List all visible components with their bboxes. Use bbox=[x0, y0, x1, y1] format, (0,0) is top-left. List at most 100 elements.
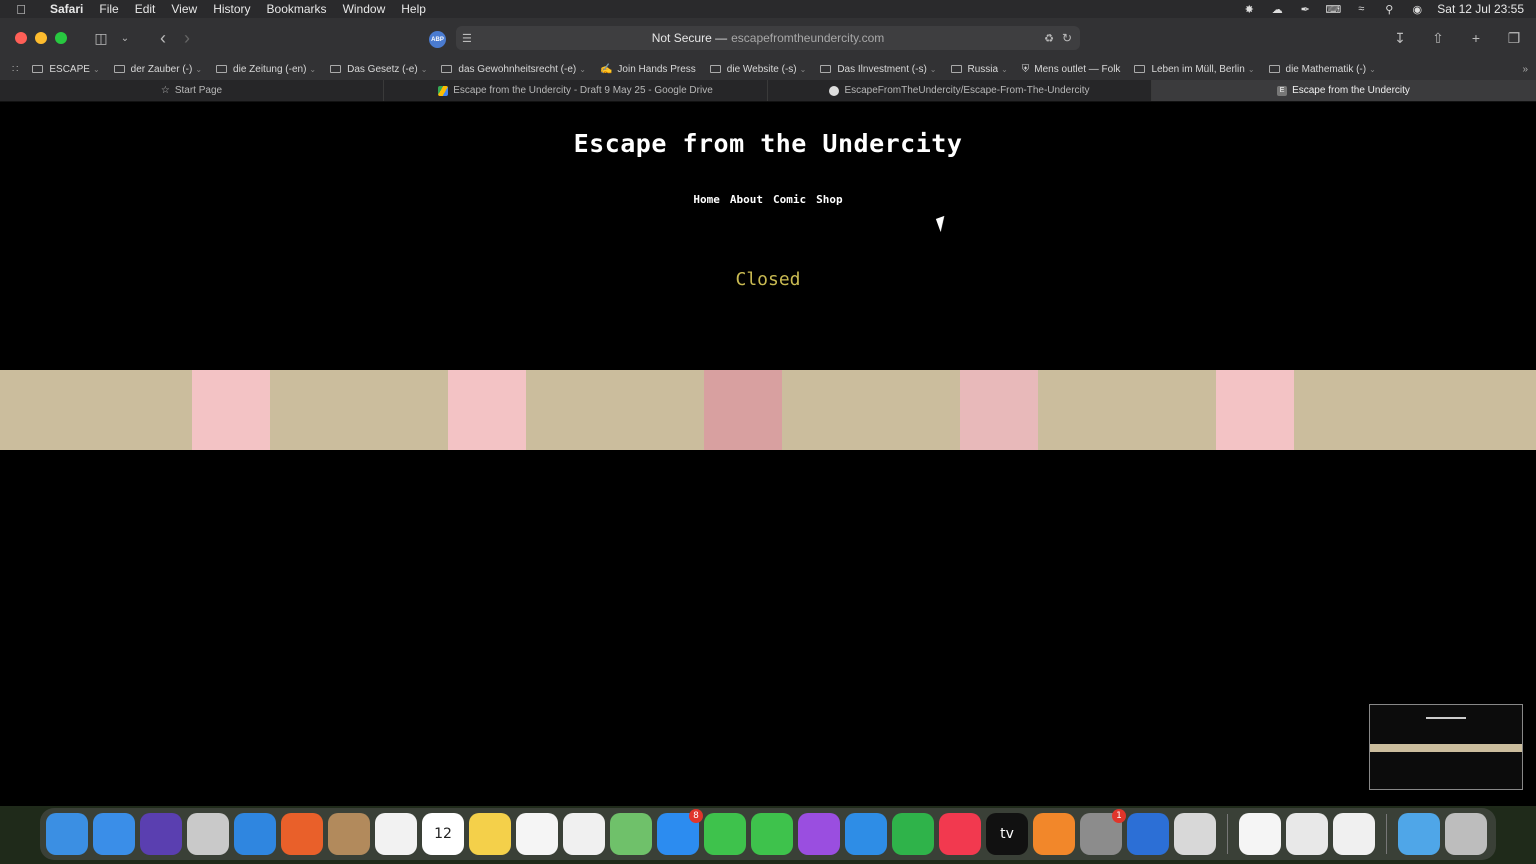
menu-file[interactable]: File bbox=[91, 2, 126, 16]
menu-bookmarks[interactable]: Bookmarks bbox=[259, 2, 335, 16]
bookmark-link[interactable]: ✍ Join Hands Press bbox=[600, 64, 696, 75]
bookmark-folder[interactable]: Leben im Müll, Berlin ⌄ bbox=[1134, 64, 1255, 75]
cloud-icon[interactable]: ☁ bbox=[1269, 3, 1285, 16]
chatgpt-icon[interactable]: ✸ bbox=[1241, 3, 1257, 16]
contacts-icon[interactable] bbox=[328, 813, 370, 855]
control-center-icon[interactable]: ◉ bbox=[1409, 3, 1425, 16]
numbers-icon[interactable] bbox=[892, 813, 934, 855]
tab-github[interactable]: EscapeFromTheUndercity/Escape-From-The-U… bbox=[768, 80, 1152, 101]
folder-icon[interactable] bbox=[1398, 813, 1440, 855]
strip-block bbox=[1216, 370, 1294, 450]
music-icon[interactable] bbox=[939, 813, 981, 855]
nav-shop-link[interactable]: Shop bbox=[816, 193, 843, 206]
launchpad-icon[interactable] bbox=[187, 813, 229, 855]
tab-overview-icon[interactable]: ❐ bbox=[1502, 26, 1526, 50]
spotlight-icon[interactable]: ⚲ bbox=[1381, 3, 1397, 16]
bookmark-label: die Zeitung (-en) bbox=[233, 63, 307, 75]
tab-google-drive[interactable]: Escape from the Undercity - Draft 9 May … bbox=[384, 80, 768, 101]
bookmark-folder[interactable]: die Website (-s) ⌄ bbox=[709, 64, 806, 75]
bookmarks-bar: ∷ ESCAPE ⌄ der Zauber (-) ⌄ die Zeitung (-… bbox=[0, 58, 1536, 80]
tab-escape-undercity[interactable]: E Escape from the Undercity bbox=[1152, 80, 1536, 101]
textedit-icon[interactable] bbox=[1333, 813, 1375, 855]
tab-group-chevron-icon[interactable]: ⌄ bbox=[113, 26, 137, 50]
address-bar[interactable]: ☰ Not Secure — escapefromtheundercity.co… bbox=[456, 26, 1080, 50]
reload-icon[interactable]: ↻ bbox=[1062, 31, 1072, 45]
dock-icon-label: tv bbox=[1000, 826, 1014, 842]
apple-menu-icon[interactable]:  bbox=[0, 2, 42, 17]
browser-toolbar: ◫ ⌄ ‹ › ABP ☰ Not Secure — escapefromthe… bbox=[0, 18, 1536, 58]
chevron-down-icon: ⌄ bbox=[420, 64, 428, 74]
mail-icon[interactable] bbox=[93, 813, 135, 855]
settings-icon[interactable]: 1 bbox=[1080, 809, 1126, 855]
bookmark-folder[interactable]: ESCAPE ⌄ bbox=[32, 64, 100, 75]
keyboard-icon[interactable]: ⌨ bbox=[1325, 3, 1341, 16]
pen-icon[interactable]: ✒ bbox=[1297, 3, 1313, 16]
facetime-icon[interactable] bbox=[704, 813, 746, 855]
ukraine-icon[interactable] bbox=[1127, 813, 1169, 855]
reminders-icon[interactable] bbox=[375, 813, 417, 855]
photos-icon[interactable] bbox=[563, 813, 605, 855]
firefox-icon[interactable] bbox=[281, 813, 323, 855]
tv-icon[interactable]: tv bbox=[986, 813, 1028, 855]
pages-icon[interactable] bbox=[1174, 813, 1216, 855]
downloads-icon[interactable]: ↧ bbox=[1388, 26, 1412, 50]
dock-separator bbox=[1227, 814, 1228, 854]
strip-block bbox=[192, 370, 270, 450]
more-bookmarks-icon[interactable]: » bbox=[1522, 64, 1528, 75]
chatgpt-icon[interactable] bbox=[1239, 813, 1281, 855]
menu-history[interactable]: History bbox=[205, 2, 258, 16]
bookmark-folder[interactable]: Russia ⌄ bbox=[950, 64, 1008, 75]
safari-icon[interactable] bbox=[234, 813, 276, 855]
chrome-icon[interactable] bbox=[1286, 813, 1328, 855]
podcasts-icon[interactable] bbox=[798, 813, 840, 855]
menu-help[interactable]: Help bbox=[393, 2, 434, 16]
status-text: Closed bbox=[735, 269, 801, 290]
finder-icon[interactable] bbox=[46, 813, 88, 855]
bookmark-folder[interactable]: die Mathematik (-) ⌄ bbox=[1268, 64, 1376, 75]
trash-icon[interactable] bbox=[1445, 813, 1487, 855]
sidebar-toggle-icon[interactable]: ◫ bbox=[89, 26, 113, 50]
bookmark-folder[interactable]: der Zauber (-) ⌄ bbox=[113, 64, 202, 75]
share-icon[interactable]: ⇧ bbox=[1426, 26, 1450, 50]
tab-label: Escape from the Undercity - Draft 9 May … bbox=[453, 85, 713, 96]
dock-background: 12 8 tv 1 bbox=[0, 806, 1536, 864]
app-store-icon[interactable]: 8 bbox=[657, 809, 703, 855]
bookmark-folder[interactable]: die Zeitung (-en) ⌄ bbox=[216, 64, 316, 75]
bookmark-folder[interactable]: das Gewohnheitsrecht (-e) ⌄ bbox=[441, 64, 586, 75]
url-text[interactable]: escapefromtheundercity.com bbox=[731, 31, 884, 45]
nav-about-link[interactable]: About bbox=[730, 193, 763, 206]
notes-icon[interactable] bbox=[469, 813, 511, 855]
site-title: Escape from the Undercity bbox=[573, 129, 963, 158]
screenshot-thumbnail[interactable] bbox=[1369, 704, 1523, 790]
translate-icon[interactable]: ♻ bbox=[1044, 32, 1054, 45]
menu-app-name[interactable]: Safari bbox=[42, 2, 91, 16]
bookmark-link[interactable]: ⛨ Mens outlet — Folk bbox=[1022, 64, 1121, 75]
tab-label: Escape from the Undercity bbox=[1292, 85, 1410, 96]
zoom-window-button[interactable] bbox=[55, 32, 67, 44]
bookmark-folder[interactable]: Das Ilnvestment (-s) ⌄ bbox=[820, 64, 937, 75]
forward-button[interactable]: › bbox=[175, 26, 199, 50]
new-tab-icon[interactable]: + bbox=[1464, 26, 1488, 50]
siri-icon[interactable] bbox=[140, 813, 182, 855]
nav-comic-link[interactable]: Comic bbox=[773, 193, 806, 206]
close-window-button[interactable] bbox=[15, 32, 27, 44]
keynote-icon[interactable] bbox=[845, 813, 887, 855]
wifi-icon[interactable]: ≈ bbox=[1353, 3, 1369, 15]
books-icon[interactable] bbox=[1033, 813, 1075, 855]
show-all-bookmarks-icon[interactable]: ∷ bbox=[12, 64, 18, 75]
freeform-icon[interactable] bbox=[516, 813, 558, 855]
menubar-clock[interactable]: Sat 12 Jul 23:55 bbox=[1437, 2, 1524, 16]
menu-view[interactable]: View bbox=[163, 2, 205, 16]
calendar-icon[interactable]: 12 bbox=[422, 813, 464, 855]
nav-home-link[interactable]: Home bbox=[693, 193, 720, 206]
maps-icon[interactable] bbox=[610, 813, 652, 855]
bookmark-folder[interactable]: Das Gesetz (-e) ⌄ bbox=[330, 64, 427, 75]
menu-window[interactable]: Window bbox=[335, 2, 394, 16]
adblock-extension-icon[interactable]: ABP bbox=[429, 31, 446, 48]
page-menu-icon[interactable]: ☰ bbox=[462, 32, 472, 45]
tab-start-page[interactable]: ☆ Start Page bbox=[0, 80, 384, 101]
messages-icon[interactable] bbox=[751, 813, 793, 855]
back-button[interactable]: ‹ bbox=[151, 26, 175, 50]
menu-edit[interactable]: Edit bbox=[127, 2, 164, 16]
minimize-window-button[interactable] bbox=[35, 32, 47, 44]
